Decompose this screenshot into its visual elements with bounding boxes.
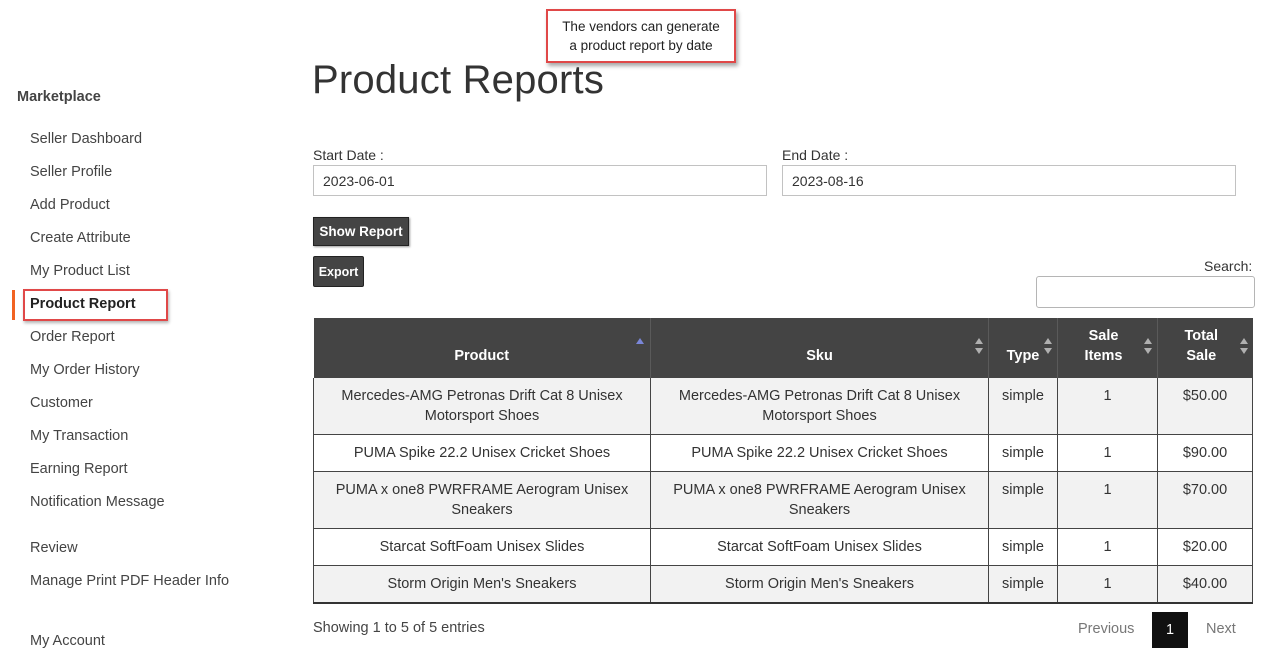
cell-type: simple	[988, 565, 1058, 604]
pagination-previous[interactable]: Previous	[1078, 621, 1134, 637]
table-header-row: Product Sku Type Sale Items Total Sale	[313, 318, 1253, 378]
end-date-input[interactable]	[782, 165, 1236, 196]
callout-line-1: The vendors can generate	[562, 19, 720, 34]
page-title: Product Reports	[312, 58, 605, 102]
cell-sale-items: 1	[1057, 565, 1158, 604]
cell-type: simple	[988, 434, 1058, 472]
column-header-sku[interactable]: Sku	[650, 318, 989, 378]
cell-sku: Mercedes-AMG Petronas Drift Cat 8 Unisex…	[650, 378, 989, 435]
cell-sale-items: 1	[1057, 378, 1158, 435]
show-report-button[interactable]: Show Report	[313, 217, 409, 246]
sidebar-item-add-product[interactable]: Add Product	[30, 197, 110, 213]
search-label: Search:	[1204, 258, 1253, 274]
sidebar-item-review[interactable]: Review	[30, 540, 78, 556]
column-header-label: Sku	[806, 348, 833, 364]
column-header-label: Total Sale	[1184, 328, 1219, 364]
column-header-product[interactable]: Product	[313, 318, 651, 378]
sort-both-icon	[975, 338, 983, 354]
sort-ascending-icon	[636, 338, 644, 344]
sidebar-item-manage-print-pdf-header-info[interactable]: Manage Print PDF Header Info	[30, 573, 229, 589]
sidebar-item-customer[interactable]: Customer	[30, 395, 93, 411]
sort-both-icon	[1239, 338, 1248, 354]
cell-total-sale: $40.00	[1157, 565, 1253, 604]
cell-product: PUMA Spike 22.2 Unisex Cricket Shoes	[313, 434, 651, 472]
pagination-page-current[interactable]: 1	[1152, 612, 1188, 648]
sort-both-icon	[1044, 338, 1052, 354]
cell-product: PUMA x one8 PWRFRAME Aerogram Unisex Sne…	[313, 471, 651, 529]
table-info: Showing 1 to 5 of 5 entries	[313, 620, 485, 636]
product-report-table: Product Sku Type Sale Items Total Sale M…	[313, 318, 1253, 604]
sidebar-item-earning-report[interactable]: Earning Report	[30, 461, 128, 477]
column-header-label: Sale Items	[1084, 328, 1123, 364]
column-header-label: Product	[454, 348, 510, 364]
callout-line-2: a product report by date	[569, 38, 713, 53]
sidebar-item-create-attribute[interactable]: Create Attribute	[30, 230, 131, 246]
cell-type: simple	[988, 378, 1058, 435]
cell-sale-items: 1	[1057, 434, 1158, 472]
sidebar-item-my-product-list[interactable]: My Product List	[30, 263, 130, 279]
table-row: Storm Origin Men's Sneakers Storm Origin…	[313, 565, 1253, 604]
sidebar-title: Marketplace	[17, 89, 101, 105]
cell-total-sale: $50.00	[1157, 378, 1253, 435]
cell-product: Mercedes-AMG Petronas Drift Cat 8 Unisex…	[313, 378, 651, 435]
sidebar-item-my-order-history[interactable]: My Order History	[30, 362, 140, 378]
cell-sku: Starcat SoftFoam Unisex Slides	[650, 528, 989, 566]
cell-type: simple	[988, 528, 1058, 566]
column-header-total-sale[interactable]: Total Sale	[1157, 318, 1253, 378]
pagination-next[interactable]: Next	[1206, 621, 1236, 637]
column-header-type[interactable]: Type	[988, 318, 1058, 378]
start-date-input[interactable]	[313, 165, 767, 196]
cell-total-sale: $90.00	[1157, 434, 1253, 472]
end-date-label: End Date :	[782, 147, 849, 163]
sidebar-item-notification-message[interactable]: Notification Message	[30, 494, 165, 510]
annotation-callout: The vendors can generate a product repor…	[546, 9, 736, 63]
cell-sale-items: 1	[1057, 471, 1158, 529]
active-indicator-bar	[12, 290, 15, 320]
table-row: PUMA x one8 PWRFRAME Aerogram Unisex Sne…	[313, 471, 1253, 529]
table-row: Mercedes-AMG Petronas Drift Cat 8 Unisex…	[313, 378, 1253, 435]
cell-total-sale: $20.00	[1157, 528, 1253, 566]
page: The vendors can generate a product repor…	[0, 0, 1281, 665]
cell-type: simple	[988, 471, 1058, 529]
sidebar-item-order-report[interactable]: Order Report	[30, 329, 115, 345]
cell-total-sale: $70.00	[1157, 471, 1253, 529]
sidebar-item-seller-profile[interactable]: Seller Profile	[30, 164, 112, 180]
cell-sale-items: 1	[1057, 528, 1158, 566]
cell-sku: PUMA Spike 22.2 Unisex Cricket Shoes	[650, 434, 989, 472]
export-button[interactable]: Export	[313, 256, 364, 287]
column-header-sale-items[interactable]: Sale Items	[1057, 318, 1158, 378]
sort-both-icon	[1144, 338, 1152, 354]
cell-sku: Storm Origin Men's Sneakers	[650, 565, 989, 604]
cell-product: Storm Origin Men's Sneakers	[313, 565, 651, 604]
search-input[interactable]	[1036, 276, 1255, 308]
sidebar-item-product-report[interactable]: Product Report	[30, 296, 136, 312]
cell-product: Starcat SoftFoam Unisex Slides	[313, 528, 651, 566]
cell-sku: PUMA x one8 PWRFRAME Aerogram Unisex Sne…	[650, 471, 989, 529]
sidebar-item-my-transaction[interactable]: My Transaction	[30, 428, 128, 444]
table-row: Starcat SoftFoam Unisex Slides Starcat S…	[313, 528, 1253, 566]
column-header-label: Type	[1006, 348, 1040, 364]
start-date-label: Start Date :	[313, 147, 384, 163]
sidebar-item-seller-dashboard[interactable]: Seller Dashboard	[30, 131, 142, 147]
table-row: PUMA Spike 22.2 Unisex Cricket Shoes PUM…	[313, 434, 1253, 472]
sidebar-item-my-account[interactable]: My Account	[30, 633, 105, 649]
